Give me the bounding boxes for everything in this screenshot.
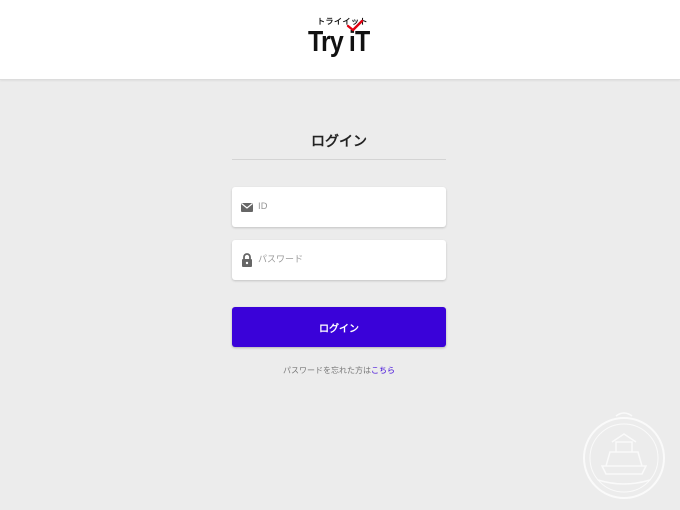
id-field[interactable] bbox=[232, 187, 446, 227]
top-header: トライイット Try iT bbox=[0, 0, 680, 80]
logo-checkmark-icon bbox=[346, 19, 364, 32]
watermark-emblem-icon bbox=[583, 412, 665, 499]
heading-divider bbox=[232, 159, 446, 160]
login-button[interactable]: ログイン bbox=[232, 307, 446, 347]
id-input[interactable] bbox=[258, 187, 440, 227]
password-input[interactable] bbox=[258, 240, 440, 280]
forgot-password-text: パスワードを忘れた方はこちら bbox=[232, 365, 446, 376]
password-field[interactable] bbox=[232, 240, 446, 280]
tryit-logo[interactable]: トライイット Try iT bbox=[300, 12, 382, 62]
envelope-icon bbox=[241, 203, 253, 212]
forgot-password-label: パスワードを忘れた方は bbox=[283, 366, 371, 375]
lock-icon bbox=[242, 253, 252, 267]
forgot-password-link[interactable]: こちら bbox=[371, 366, 395, 375]
login-heading: ログイン bbox=[311, 134, 367, 150]
